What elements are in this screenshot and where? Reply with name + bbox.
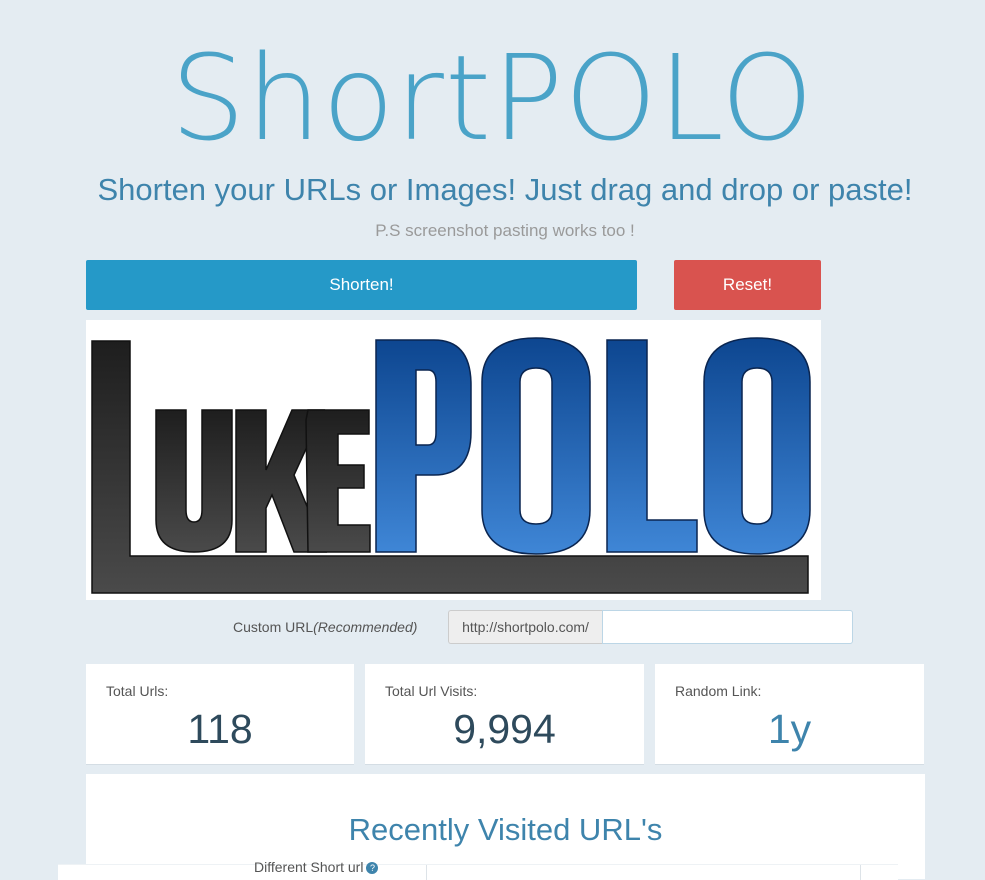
help-circle-icon[interactable]: ? — [366, 862, 379, 875]
lukepolo-logo-image — [91, 337, 811, 594]
custom-url-label: Custom URL(Recommended) — [233, 618, 417, 636]
stat-value: 118 — [187, 706, 253, 752]
recently-visited-panel: Recently Visited URL's Different Short u… — [58, 774, 925, 880]
stat-label: Total Urls: — [106, 683, 169, 699]
stat-card-random-link[interactable]: Random Link: 1y — [655, 664, 924, 765]
stat-label: Total Url Visits: — [385, 683, 478, 699]
shorten-button[interactable]: Shorten! — [86, 260, 637, 310]
page-tagline: Shorten your URLs or Images! Just drag a… — [97, 172, 913, 207]
recent-table: Different Short url? — [58, 859, 898, 880]
stat-card-total-urls: Total Urls: 118 — [86, 664, 354, 765]
logo-text-polo: POLO — [492, 29, 815, 167]
column-divider — [426, 865, 427, 880]
custom-url-label-note: (Recommended) — [313, 619, 418, 635]
stat-label: Random Link: — [675, 683, 762, 699]
custom-url-label-text: Custom URL — [233, 619, 314, 635]
reset-button[interactable]: Reset! — [674, 260, 821, 310]
stat-card-total-visits: Total Url Visits: 9,994 — [365, 664, 644, 765]
image-preview — [86, 320, 821, 600]
random-link[interactable]: 1y — [655, 704, 924, 754]
logo-text-short: Short — [170, 29, 493, 167]
column-header: Different Short url? — [254, 859, 379, 875]
page-subline: P.S screenshot pasting works too ! — [375, 221, 635, 240]
url-prefix-addon: http://shortpolo.com/ — [448, 610, 602, 644]
custom-url-input[interactable] — [602, 610, 853, 644]
column-divider — [860, 865, 861, 880]
site-logo: ShortPOLO — [0, 28, 985, 168]
column-header-text: Different Short url — [254, 859, 364, 875]
custom-url-group: http://shortpolo.com/ — [448, 610, 853, 644]
stat-value: 9,994 — [453, 706, 556, 752]
recent-title: Recently Visited URL's — [348, 812, 663, 847]
